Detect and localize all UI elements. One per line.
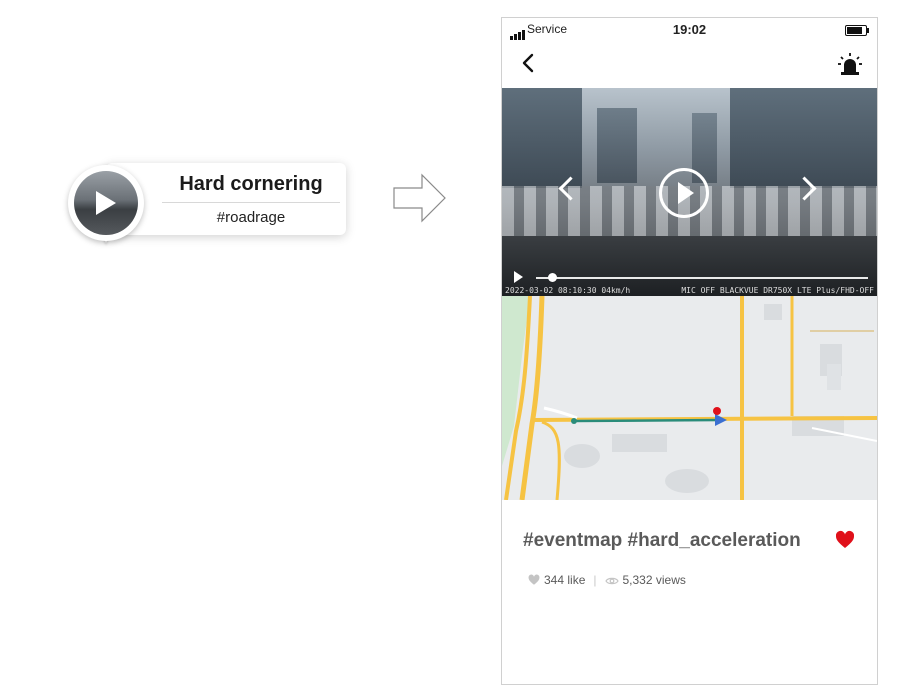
seek-thumb[interactable] (548, 273, 557, 282)
status-bar: Service 19:02 (502, 18, 877, 40)
play-icon (678, 182, 694, 204)
nav-bar (502, 40, 877, 88)
building-right (730, 88, 877, 188)
event-map[interactable] (502, 296, 877, 500)
seek-play-icon[interactable] (514, 271, 523, 283)
seek-track[interactable] (536, 277, 868, 279)
event-callout[interactable]: Hard cornering #roadrage (68, 163, 350, 247)
eye-icon (604, 577, 619, 585)
battery-icon (845, 25, 869, 36)
thumbnail-image (74, 171, 138, 235)
callout-title: Hard cornering (179, 173, 323, 195)
heart-icon[interactable] (835, 530, 855, 550)
callout-divider (162, 202, 340, 203)
play-button[interactable] (659, 168, 709, 218)
building-left (502, 88, 582, 188)
like-count: 344 like (544, 573, 586, 587)
like-heart-icon (528, 574, 540, 585)
callout-hashtag: #roadrage (216, 209, 286, 226)
thumbnail-frame (68, 165, 144, 241)
siren-icon[interactable] (835, 50, 865, 80)
building-mid-left (597, 108, 637, 183)
video-thumbnail[interactable] (68, 165, 144, 247)
post-stats: 344 like | 5,332 views (528, 573, 686, 587)
back-icon[interactable] (514, 48, 544, 78)
view-count: 5,332 views (622, 573, 686, 587)
map-canvas (502, 296, 877, 500)
video-timestamp: 2022-03-02 08:10:30 04km/h (505, 286, 631, 295)
post-tags: #eventmap #hard_acceleration (523, 530, 801, 551)
arrow-right-icon (393, 173, 446, 223)
stats-divider: | (593, 573, 597, 587)
clock: 19:02 (672, 22, 707, 37)
play-icon (96, 191, 116, 215)
phone-screen: Service 19:02 2022-03-02 08:10:30 04km/h… (501, 17, 878, 685)
video-device-info: MIC OFF BLACKVUE DR750X LTE Plus/FHD-OFF (681, 286, 874, 295)
video-player[interactable]: 2022-03-02 08:10:30 04km/h MIC OFF BLACK… (502, 88, 877, 296)
